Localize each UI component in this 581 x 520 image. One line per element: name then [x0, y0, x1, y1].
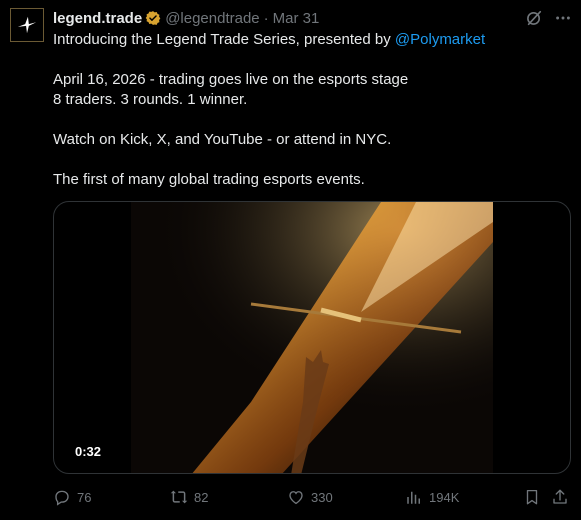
text-line-1: Introducing the Legend Trade Series, pre… — [53, 31, 486, 48]
reply-button[interactable]: 76 — [53, 486, 91, 508]
like-count: 330 — [311, 489, 333, 505]
video-player[interactable]: 0:32 — [53, 201, 571, 474]
share-button[interactable] — [551, 486, 569, 508]
display-name[interactable]: legend.trade — [53, 10, 142, 27]
bookmark-button[interactable] — [523, 486, 541, 508]
action-bar: 76 82 330 194K — [53, 486, 571, 508]
grok-button[interactable] — [524, 8, 544, 28]
legend-star-logo — [17, 16, 37, 34]
more-button[interactable] — [552, 8, 574, 28]
more-icon — [556, 16, 570, 20]
reply-count: 76 — [77, 489, 92, 505]
avatar[interactable] — [10, 8, 44, 42]
text-line-2: April 16, 2026 - trading goes live on th… — [53, 71, 409, 88]
tweet-text: Introducing the Legend Trade Series, pre… — [53, 30, 568, 190]
mention-link[interactable]: @Polymarket — [395, 31, 485, 48]
tweet-date[interactable]: Mar 31 — [273, 10, 320, 27]
tweet-header: legend.trade @legendtrade · Mar 31 — [53, 8, 319, 28]
reply-icon — [55, 490, 69, 506]
handle[interactable]: @legendtrade — [165, 10, 259, 27]
text-line-3: 8 traders. 3 rounds. 1 winner. — [53, 91, 248, 108]
share-icon — [553, 489, 567, 504]
separator-dot: · — [263, 9, 269, 27]
like-button[interactable]: 330 — [287, 486, 333, 508]
views-icon — [407, 491, 420, 504]
like-icon — [289, 491, 303, 505]
grok-icon — [527, 10, 542, 26]
tweet[interactable]: legend.trade @legendtrade · Mar 31 Intro… — [0, 0, 581, 520]
repost-icon — [170, 490, 188, 504]
text-line-5: The first of many global trading esports… — [53, 171, 365, 188]
views-button[interactable]: 194K — [405, 486, 459, 508]
video-duration: 0:32 — [70, 442, 107, 462]
views-count: 194K — [429, 489, 460, 505]
repost-button[interactable]: 82 — [170, 486, 208, 508]
repost-count: 82 — [194, 489, 209, 505]
verified-badge-icon[interactable] — [145, 10, 161, 26]
video-image — [131, 202, 493, 473]
video-thumbnail[interactable] — [131, 202, 493, 473]
text-line-4: Watch on Kick, X, and YouTube - or atten… — [53, 131, 392, 148]
bookmark-icon — [526, 489, 538, 505]
